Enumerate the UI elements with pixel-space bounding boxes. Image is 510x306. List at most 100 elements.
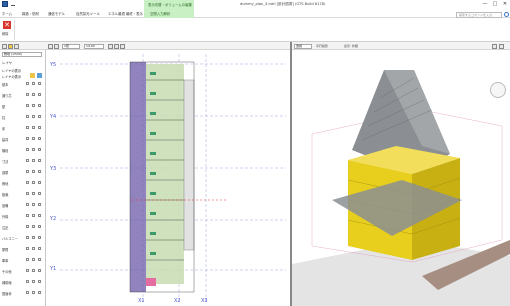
visible-checkbox[interactable] (26, 225, 29, 228)
navigation-icon[interactable] (499, 43, 504, 49)
fit-icon[interactable] (120, 43, 125, 49)
layer-row[interactable]: その他 (2, 269, 44, 275)
visible-checkbox[interactable] (26, 214, 29, 217)
lock-checkbox[interactable] (32, 291, 35, 294)
visible-checkbox[interactable] (26, 192, 29, 195)
layer-row[interactable]: 寸法 (2, 159, 44, 165)
visible-checkbox[interactable] (26, 148, 29, 151)
print-checkbox[interactable] (38, 225, 41, 228)
layer-row[interactable]: 床 (2, 126, 44, 132)
print-checkbox[interactable] (38, 170, 41, 173)
visible-checkbox[interactable] (26, 269, 29, 272)
layer-row[interactable]: 外構 (2, 214, 44, 220)
quick-access-icon[interactable] (11, 2, 15, 6)
print-checkbox[interactable] (38, 247, 41, 250)
layer-row[interactable]: 図面枠 (2, 291, 44, 297)
projection-select[interactable]: 透視 (294, 43, 312, 49)
floor-select[interactable]: 1階 (62, 43, 80, 49)
tab-structure[interactable]: 構造・防耐 (22, 11, 39, 16)
lock-checkbox[interactable] (32, 82, 35, 85)
layer-row[interactable]: 設備 (2, 203, 44, 209)
print-checkbox[interactable] (38, 203, 41, 206)
edit-icon[interactable] (8, 43, 13, 49)
visible-checkbox[interactable] (26, 137, 29, 140)
layer-row[interactable]: 柱 (2, 115, 44, 121)
print-checkbox[interactable] (38, 192, 41, 195)
close-button[interactable]: ✕ (500, 1, 510, 8)
pan-icon[interactable] (54, 43, 59, 49)
lock-checkbox[interactable] (32, 192, 35, 195)
lock-checkbox[interactable] (32, 247, 35, 250)
layer-row[interactable]: 通り芯 (2, 93, 44, 99)
select-icon[interactable] (48, 43, 53, 49)
layer-row[interactable]: 屋根 (2, 247, 44, 253)
lock-checkbox[interactable] (32, 280, 35, 283)
visible-checkbox[interactable] (26, 82, 29, 85)
minimize-button[interactable]: — (480, 1, 490, 8)
print-checkbox[interactable] (38, 280, 41, 283)
layer-row[interactable]: 補助線 (2, 280, 44, 286)
zoom-in-icon[interactable] (108, 43, 113, 49)
scale-select[interactable]: 1/100 (84, 43, 104, 49)
visible-checkbox[interactable] (26, 258, 29, 261)
layer-row[interactable]: 植栽 (2, 192, 44, 198)
scale-combo[interactable]: 敷地 (1/500) (2, 52, 42, 57)
visible-checkbox[interactable] (26, 203, 29, 206)
lock-checkbox[interactable] (32, 115, 35, 118)
settings-icon[interactable] (492, 43, 497, 49)
view-icon[interactable] (14, 43, 19, 49)
print-checkbox[interactable] (38, 269, 41, 272)
layer-row[interactable]: バルコニー (2, 236, 44, 242)
layer-row[interactable]: 注記 (2, 225, 44, 231)
layer-row[interactable]: 敷地 (2, 181, 44, 187)
visible-checkbox[interactable] (26, 280, 29, 283)
layer-row[interactable]: 階段 (2, 148, 44, 154)
lock-checkbox[interactable] (32, 104, 35, 107)
maximize-button[interactable]: □ (490, 1, 500, 8)
navigation-cube-icon[interactable] (490, 82, 506, 98)
tab-final[interactable]: 最終・表示 (126, 11, 143, 16)
print-checkbox[interactable] (38, 214, 41, 217)
lock-checkbox[interactable] (32, 203, 35, 206)
lock-checkbox[interactable] (32, 258, 35, 261)
layer-row[interactable]: 部屋 (2, 170, 44, 176)
tab-daylight[interactable]: 自然採光ツール (76, 11, 100, 16)
print-checkbox[interactable] (38, 93, 41, 96)
plan-view[interactable]: 1階 1/100 Y5 Y4 Y3 Y2 Y1 X1 X2 X3 (46, 42, 292, 306)
visible-checkbox[interactable] (26, 93, 29, 96)
visible-checkbox[interactable] (26, 104, 29, 107)
layer-row[interactable]: 基本 (2, 82, 44, 88)
visible-checkbox[interactable] (26, 236, 29, 239)
light-bulb-icon[interactable] (30, 73, 35, 78)
lock-checkbox[interactable] (32, 170, 35, 173)
print-checkbox[interactable] (38, 104, 41, 107)
visible-checkbox[interactable] (26, 126, 29, 129)
lock-icon[interactable] (37, 73, 42, 78)
tab-space-analysis[interactable]: 空間入力解析 (144, 9, 194, 18)
print-checkbox[interactable] (38, 181, 41, 184)
lock-checkbox[interactable] (32, 269, 35, 272)
print-checkbox[interactable] (38, 236, 41, 239)
3d-view[interactable]: 透視 平行投影 表示: 外観 (292, 42, 510, 306)
visible-checkbox[interactable] (26, 181, 29, 184)
print-checkbox[interactable] (38, 258, 41, 261)
print-checkbox[interactable] (38, 115, 41, 118)
pin-icon[interactable] (2, 43, 7, 49)
visible-checkbox[interactable] (26, 159, 29, 162)
lock-checkbox[interactable] (32, 137, 35, 140)
visible-checkbox[interactable] (26, 170, 29, 173)
lock-checkbox[interactable] (32, 236, 35, 239)
zoom-out-icon[interactable] (114, 43, 119, 49)
print-checkbox[interactable] (38, 82, 41, 85)
lock-checkbox[interactable] (32, 148, 35, 151)
lock-checkbox[interactable] (32, 126, 35, 129)
print-checkbox[interactable] (38, 159, 41, 162)
print-checkbox[interactable] (38, 148, 41, 151)
delete-icon[interactable]: ✕ (3, 21, 11, 29)
visible-checkbox[interactable] (26, 247, 29, 250)
tab-comm-model[interactable]: 通信モデル (48, 11, 65, 16)
lock-checkbox[interactable] (32, 225, 35, 228)
tab-energy[interactable]: エネル最適 (108, 11, 125, 16)
save-icon[interactable] (2, 1, 8, 7)
tab-home[interactable]: ホーム (2, 11, 12, 16)
